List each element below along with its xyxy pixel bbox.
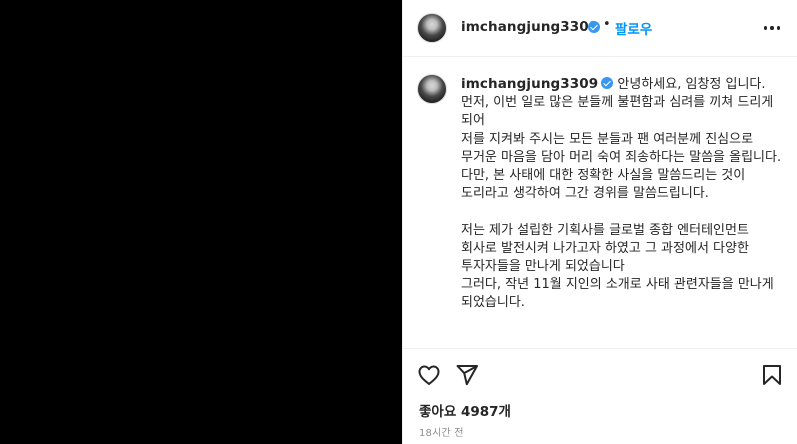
caption-author-username[interactable]: imchangjung3309 xyxy=(461,76,598,92)
post-header: imchangjung3309 • 팔로우 xyxy=(403,0,797,57)
caption-line: 그러다, 작년 11월 지인의 소개로 사태 관련자들을 만나게 되었습니다. xyxy=(461,277,774,311)
paper-plane-icon[interactable] xyxy=(455,363,479,387)
post-side-panel: imchangjung3309 • 팔로우 imchangjung3309 안녕… xyxy=(402,0,797,444)
bookmark-icon[interactable] xyxy=(760,363,784,387)
caption-line: 먼저, 이번 일로 많은 분들께 불편함과 심려를 끼쳐 드리게 되어 xyxy=(461,95,774,129)
caption-line: 다만, 본 사태에 대한 정확한 사실을 말씀드리는 것이 도리라고 생각하여 … xyxy=(461,168,746,202)
caption-line: 저를 지켜봐 주시는 모든 분들과 팬 여러분께 진심으로 무거운 마음을 담아… xyxy=(461,131,782,165)
likes-count[interactable]: 좋아요 4987개 xyxy=(419,400,511,420)
caption-line: 안녕하세요, 임창정 입니다. xyxy=(617,77,766,92)
follow-button[interactable]: 팔로우 xyxy=(615,18,652,38)
post-media[interactable] xyxy=(0,0,402,444)
caption-section: imchangjung3309 안녕하세요, 임창정 입니다. 먼저, 이번 일… xyxy=(403,57,797,349)
caption-author-avatar[interactable] xyxy=(417,74,447,104)
caption-line: 저는 제가 설립한 기획사를 글로벌 종합 엔터테인먼트 회사로 발전시켜 나가… xyxy=(461,222,749,275)
verified-badge-icon xyxy=(588,21,600,33)
verified-badge-icon xyxy=(601,77,614,89)
post-timestamp[interactable]: 18시간 전 xyxy=(419,424,464,439)
heart-icon[interactable] xyxy=(417,363,441,387)
post-caption: imchangjung3309 안녕하세요, 임창정 입니다. 먼저, 이번 일… xyxy=(461,75,783,313)
action-bar xyxy=(403,352,797,396)
author-avatar[interactable] xyxy=(417,13,447,43)
more-options-icon[interactable] xyxy=(760,16,784,40)
author-username[interactable]: imchangjung3309 xyxy=(461,19,598,35)
separator-dot: • xyxy=(603,17,611,32)
